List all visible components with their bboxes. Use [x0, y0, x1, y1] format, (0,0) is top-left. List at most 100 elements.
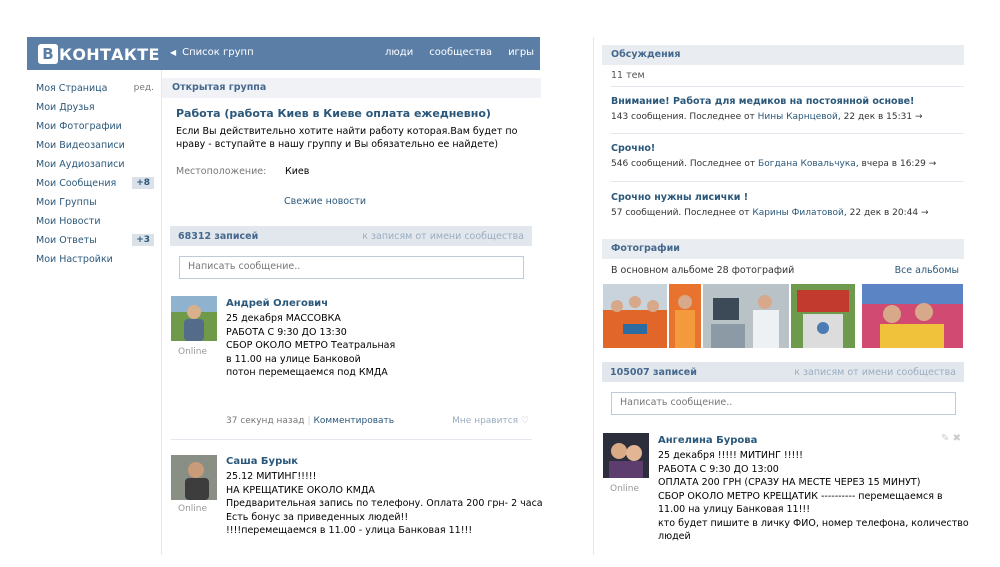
sidebar-item-answers[interactable]: Мои Ответы +3 [36, 232, 154, 248]
photo-thumbnail[interactable] [603, 284, 667, 348]
edit-icon[interactable]: ✎ [941, 433, 949, 444]
post-input[interactable]: Написать сообщение.. [179, 256, 524, 279]
divider [611, 86, 964, 87]
sidebar-item-groups[interactable]: Мои Группы [36, 194, 154, 210]
meta-separator: | [307, 416, 311, 426]
topic-meta-date: , вчера в 16:29 → [855, 159, 937, 169]
left-screenshot: B КОНТАКТЕ ◀ Список групп люди сообществ… [27, 37, 543, 555]
photo-thumbnail[interactable] [669, 284, 701, 348]
discussions-header[interactable]: Обсуждения [602, 45, 964, 65]
wall-post: Online Саша Бурык 25.12 МИТИНГ!!!!! НА К… [171, 455, 543, 555]
chevron-left-icon: ◀ [170, 48, 177, 57]
avatar[interactable] [603, 433, 649, 478]
nav-people[interactable]: люди [385, 47, 413, 58]
topic-title[interactable]: Срочно! [611, 143, 655, 154]
topic-meta-text: 143 сообщения. Последнее от [611, 112, 758, 122]
online-status: Online [178, 504, 208, 514]
post-text: 25.12 МИТИНГ!!!!! НА КРЕЩАТИКЕ ОКОЛО КМД… [226, 471, 543, 536]
post-author[interactable]: Андрей Олегович [226, 298, 328, 309]
photos-subtitle: В основном альбоме 28 фотографий [611, 265, 795, 276]
comment-link[interactable]: Комментировать [314, 416, 395, 426]
top-header: B КОНТАКТЕ ◀ Список групп люди сообществ… [27, 37, 540, 70]
post-text: 25 декабря !!!!! МИТИНГ !!!!! РАБОТА С 9… [658, 450, 969, 542]
sidebar-item-label: Мои Группы [36, 196, 97, 208]
post-divider [171, 439, 532, 440]
wall-count[interactable]: 105007 записей [610, 367, 697, 378]
sidebar-item-label: Моя Страница [36, 82, 108, 94]
divider [611, 181, 964, 182]
post-actions: ✎ ✖ [941, 433, 961, 444]
photo-thumbnail[interactable] [703, 284, 789, 348]
sidebar-item-label: Мои Фотографии [36, 120, 122, 132]
back-to-groups-link[interactable]: ◀ Список групп [170, 47, 254, 58]
all-albums-link[interactable]: Все альбомы [895, 265, 959, 276]
discussions-count: 11 тем [611, 70, 645, 81]
post-input[interactable]: Написать сообщение.. [611, 392, 956, 415]
messages-badge: +8 [132, 177, 154, 189]
logo-icon: B [38, 44, 58, 64]
like-button[interactable]: Мне нравится ♡ [452, 416, 529, 426]
sidebar-item-audio[interactable]: Мои Аудиозаписи [36, 156, 154, 172]
main-content: Открытая группа Работа (работа Киев в Ки… [161, 70, 543, 555]
sidebar-item-my-page[interactable]: Моя Страница ред. [36, 80, 154, 96]
sidebar-item-news[interactable]: Мои Новости [36, 213, 154, 229]
topic-meta: 143 сообщения. Последнее от Нины Карнцев… [611, 112, 923, 122]
post-time[interactable]: 37 секунд назад [226, 416, 304, 426]
topic-meta: 546 сообщений. Последнее от Богдана Кова… [611, 159, 936, 169]
post-author[interactable]: Ангелина Бурова [658, 435, 757, 446]
sidebar-item-settings[interactable]: Мои Настройки [36, 251, 154, 267]
vk-logo[interactable]: B КОНТАКТЕ [38, 44, 160, 64]
wall-count[interactable]: 68312 записей [178, 231, 258, 242]
group-title: Работа (работа Киев в Киеве оплата ежедн… [176, 107, 491, 120]
on-behalf-link[interactable]: к записям от имени сообщества [794, 367, 956, 378]
online-status: Online [178, 347, 208, 357]
sidebar-item-messages[interactable]: Мои Сообщения +8 [36, 175, 154, 191]
on-behalf-link[interactable]: к записям от имени сообщества [362, 231, 524, 242]
right-screenshot: Обсуждения 11 тем Внимание! Работа для м… [593, 37, 969, 555]
group-description: Если Вы действительно хотите найти работ… [176, 126, 518, 150]
avatar[interactable] [171, 296, 217, 341]
topic-meta-date: , 22 дек в 20:44 → [843, 208, 929, 218]
divider [611, 133, 964, 134]
sidebar-item-videos[interactable]: Мои Видеозаписи [36, 137, 154, 153]
photo-thumbnail[interactable] [791, 284, 855, 348]
back-link-label: Список групп [182, 47, 254, 58]
sidebar-item-label: Мои Ответы [36, 234, 97, 246]
photo-thumbnail[interactable] [862, 284, 963, 348]
sidebar-item-label: Мои Видеозаписи [36, 139, 125, 151]
post-author[interactable]: Саша Бурык [226, 456, 298, 467]
last-author-link[interactable]: Богдана Ковальчука [758, 159, 856, 169]
sidebar-item-label: Мои Друзья [36, 101, 95, 113]
sidebar-item-friends[interactable]: Мои Друзья [36, 99, 154, 115]
location-label: Местоположение: [176, 166, 267, 177]
topic-title[interactable]: Внимание! Работа для медиков на постоянн… [611, 96, 914, 107]
left-sidebar: Моя Страница ред. Мои Друзья Мои Фотогра… [27, 70, 160, 555]
sidebar-item-label: Мои Аудиозаписи [36, 158, 125, 170]
sidebar-item-label: Мои Настройки [36, 253, 113, 265]
topic-meta-date: , 22 дек в 15:31 → [837, 112, 923, 122]
sidebar-item-label: Мои Сообщения [36, 177, 117, 189]
logo-text: КОНТАКТЕ [59, 44, 160, 64]
wall-post: Online Ангелина Бурова ✎ ✖ 25 декабря !!… [603, 433, 969, 555]
wall-post: Online Андрей Олегович 25 декабря МАССОВ… [171, 296, 536, 436]
online-status: Online [610, 484, 640, 494]
avatar[interactable] [171, 455, 217, 500]
wall-count-bar: 68312 записей к записям от имени сообщес… [170, 226, 532, 246]
group-type-bar: Открытая группа [162, 78, 541, 98]
fresh-news-link[interactable]: Свежие новости [284, 196, 366, 207]
sidebar-item-photos[interactable]: Мои Фотографии [36, 118, 154, 134]
last-author-link[interactable]: Нины Карнцевой [758, 112, 838, 122]
last-author-link[interactable]: Карины Филатовой [752, 208, 844, 218]
post-text: 25 декабря МАССОВКА РАБОТА С 9:30 ДО 13:… [226, 313, 396, 378]
post-meta: 37 секунд назад | Комментировать [226, 416, 394, 426]
topic-title[interactable]: Срочно нужны лисички ! [611, 192, 748, 203]
edit-link[interactable]: ред. [134, 83, 154, 93]
nav-communities[interactable]: сообщества [429, 47, 492, 58]
nav-games[interactable]: игры [508, 47, 534, 58]
topic-meta-text: 57 сообщений. Последнее от [611, 208, 753, 218]
topic-meta-text: 546 сообщений. Последнее от [611, 159, 759, 169]
topic-meta: 57 сообщений. Последнее от Карины Филато… [611, 208, 929, 218]
close-icon[interactable]: ✖ [953, 433, 961, 444]
sidebar-item-label: Мои Новости [36, 215, 101, 227]
photos-header[interactable]: Фотографии [602, 239, 964, 259]
